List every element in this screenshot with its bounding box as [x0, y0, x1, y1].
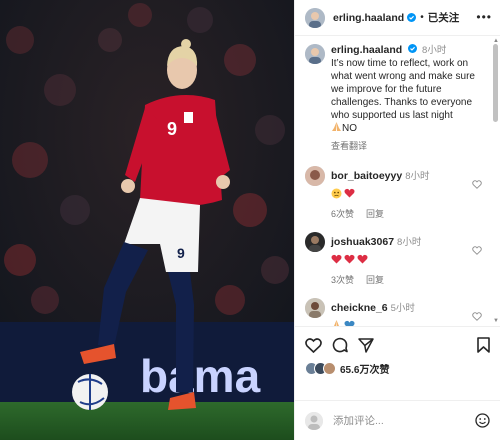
red-heart-icon — [331, 254, 342, 264]
red-heart-icon — [344, 254, 355, 264]
likes-row: 65.6万次赞 — [295, 353, 500, 376]
post-actions: 65.6万次赞 — [295, 326, 500, 440]
comment-username[interactable]: joshuak3067 — [331, 236, 394, 248]
verified-badge-icon — [408, 44, 418, 53]
reply-button[interactable]: 回复 — [366, 207, 384, 220]
comment-emojis — [331, 253, 482, 265]
post-header: erling.haaland • 已关注 ••• — [295, 0, 500, 36]
post-panel: erling.haaland • 已关注 ••• erling.haaland … — [294, 0, 500, 440]
author-username[interactable]: erling.haaland — [333, 12, 404, 24]
comment-item: bor_baitoeyyy 8小时 6次赞 回复 — [295, 166, 500, 220]
svg-text:9: 9 — [167, 119, 177, 139]
comment-bubble-icon[interactable] — [332, 337, 348, 353]
action-icons — [295, 327, 500, 353]
following-button[interactable]: 已关注 — [428, 10, 460, 25]
likes-count[interactable]: 65.6万次赞 — [340, 361, 389, 376]
ellipsis-icon[interactable]: ••• — [476, 11, 492, 23]
commenter-avatar[interactable] — [305, 298, 325, 318]
current-user-avatar — [305, 411, 323, 430]
comment-username[interactable]: bor_baitoeyyy — [331, 170, 402, 182]
svg-text:9: 9 — [177, 245, 185, 261]
red-heart-icon — [357, 254, 368, 264]
comment-item: cheickne_65小时 回复 — [295, 298, 500, 326]
like-comment-heart-icon[interactable] — [472, 312, 482, 321]
folded-hands-icon — [332, 122, 341, 131]
save-bookmark-icon[interactable] — [477, 337, 490, 353]
caption-author-avatar[interactable] — [305, 44, 325, 64]
reply-button[interactable]: 回复 — [366, 273, 384, 286]
like-heart-icon[interactable] — [305, 337, 322, 353]
scroll-down-arrow-icon[interactable]: ▼ — [493, 318, 499, 324]
comment-time: 8小时 — [397, 237, 422, 248]
verified-badge-icon — [407, 13, 417, 22]
player-photo: bama 9 9 — [0, 0, 294, 440]
comment-item: joshuak3067 8小时 3次赞 回复 — [295, 232, 500, 286]
caption-body: It’s now time to reflect, work on what w… — [331, 58, 475, 121]
caption-suffix: NO — [342, 123, 357, 134]
worried-face-icon — [331, 188, 342, 198]
header-separator: • — [420, 12, 424, 23]
scrollbar-thumb[interactable] — [493, 44, 498, 122]
like-comment-heart-icon[interactable] — [472, 180, 482, 189]
post-caption: erling.haaland 8小时 It’s now time to refl… — [295, 36, 500, 154]
commenter-avatar[interactable] — [305, 166, 325, 186]
add-comment-input[interactable] — [333, 414, 475, 427]
caption-time: 8小时 — [422, 45, 447, 56]
author-avatar[interactable] — [305, 7, 325, 28]
comment-time: 5小时 — [390, 303, 415, 314]
red-heart-icon — [344, 188, 355, 198]
emoji-smiley-icon[interactable] — [475, 413, 490, 428]
comment-emojis — [331, 187, 482, 199]
like-comment-heart-icon[interactable] — [472, 246, 482, 255]
add-comment-bar — [295, 400, 500, 440]
post-photo: bama 9 9 — [0, 0, 294, 440]
liker-avatar — [323, 362, 336, 375]
comment-emojis — [331, 319, 482, 326]
comment-like-count[interactable]: 3次赞 — [331, 273, 354, 286]
see-translation-link[interactable]: 查看翻译 — [331, 139, 367, 152]
ad-board-text: bama — [140, 350, 261, 402]
comment-time: 8小时 — [405, 171, 430, 182]
share-paper-plane-icon[interactable] — [358, 337, 374, 353]
liker-avatars — [305, 362, 336, 375]
caption-text: It’s now time to reflect, work on what w… — [331, 57, 488, 135]
commenter-avatar[interactable] — [305, 232, 325, 252]
comments-scroll-area[interactable]: erling.haaland 8小时 It’s now time to refl… — [295, 36, 500, 326]
comment-username[interactable]: cheickne_6 — [331, 302, 388, 314]
caption-username[interactable]: erling.haaland — [331, 44, 402, 56]
comment-like-count[interactable]: 6次赞 — [331, 207, 354, 220]
